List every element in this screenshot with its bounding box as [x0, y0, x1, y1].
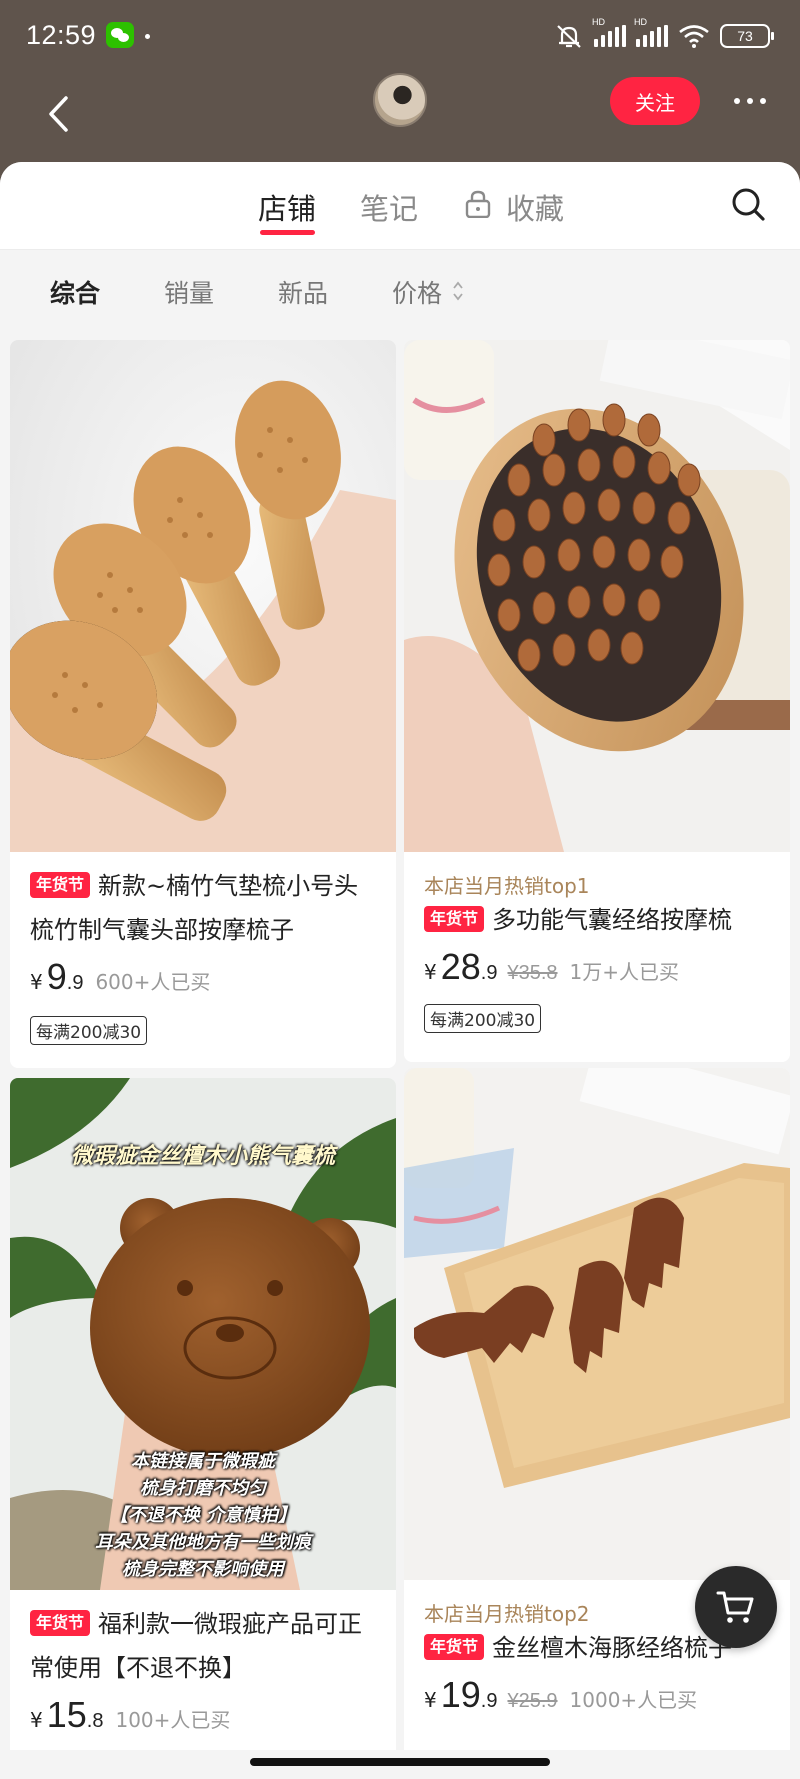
product-image[interactable] — [404, 1068, 790, 1580]
cart-icon — [716, 1591, 754, 1623]
currency-symbol: ¥ — [30, 1708, 43, 1732]
product-title: 多功能气囊经络按摩梳 — [492, 906, 733, 934]
image-caption-line: 梳身打磨不均匀 — [140, 1478, 266, 1499]
price-integer: 28 — [440, 946, 481, 987]
more-dot — [747, 98, 753, 104]
wifi-icon — [679, 25, 709, 48]
filter-sales[interactable]: 销量 — [164, 274, 214, 310]
product-card[interactable]: 年货节 新款~楠竹气垫梳小号头梳竹制气囊头部按摩梳子 ¥ 9 .9 600+人已买… — [10, 340, 396, 1068]
coupon-tag: 每满200减30 — [424, 1004, 542, 1033]
back-button[interactable] — [28, 84, 88, 144]
avatar[interactable] — [373, 73, 427, 127]
image-caption-line: 【不退不换 介意慎拍】 — [109, 1505, 297, 1526]
price-row: ¥ 19 .9 ¥25.9 1000+人已买 — [424, 1674, 697, 1716]
filter-bar: 综合 销量 新品 价格 — [0, 250, 800, 330]
content-sheet: 店铺 笔记 收藏 综合 销量 新品 价格 年货节 新款~楠竹气垫梳小号头梳竹制气… — [0, 162, 800, 1779]
status-bar: 12:59 HD HD 73 — [0, 0, 800, 72]
image-caption-line: 梳身完整不影响使用 — [122, 1559, 284, 1580]
tab-notes[interactable]: 笔记 — [360, 186, 418, 228]
wechat-icon — [106, 22, 134, 48]
product-image[interactable]: 微瑕疵金丝檀木小熊气囊梳 本链接属于微瑕疵 梳身打磨不均匀 【不退不换 介意慎拍… — [10, 1078, 396, 1590]
product-card[interactable]: 本店当月热销top1 年货节 多功能气囊经络按摩梳 ¥ 28 .9 ¥35.8 1… — [404, 340, 790, 1062]
tab-collections[interactable]: 收藏 — [506, 186, 564, 228]
status-time: 12:59 — [26, 20, 97, 50]
currency-symbol: ¥ — [30, 970, 43, 994]
price-decimal: .9 — [480, 962, 498, 984]
original-price: ¥35.8 — [507, 962, 558, 984]
sold-count: 600+人已买 — [95, 970, 211, 994]
price-decimal: .9 — [66, 972, 84, 994]
search-icon[interactable] — [728, 184, 768, 224]
image-caption-top: 微瑕疵金丝檀木小熊气囊梳 — [70, 1144, 335, 1169]
product-title-block: 年货节 多功能气囊经络按摩梳 — [424, 898, 776, 942]
hot-sale-tag: 本店当月热销top2 — [424, 1602, 590, 1626]
product-title-block: 年货节 新款~楠竹气垫梳小号头梳竹制气囊头部按摩梳子 — [30, 864, 382, 952]
battery-icon: 73 — [720, 24, 774, 48]
status-icons: HD HD 73 — [554, 17, 774, 54]
product-title-block: 年货节 福利款一微瑕疵产品可正常使用【不退不换】 — [30, 1602, 382, 1690]
home-indicator[interactable] — [250, 1758, 550, 1766]
store-header: 关注 — [0, 72, 800, 162]
image-caption-line: 耳朵及其他地方有一些划痕 — [95, 1532, 311, 1553]
price-row: ¥ 9 .9 600+人已买 — [30, 956, 210, 998]
sold-count: 1万+人已买 — [569, 960, 680, 984]
more-button[interactable] — [725, 77, 775, 125]
promo-badge: 年货节 — [30, 872, 91, 898]
price-row: ¥ 28 .9 ¥35.8 1万+人已买 — [424, 946, 679, 988]
tab-bar: 店铺 笔记 收藏 — [0, 162, 800, 250]
tab-store[interactable]: 店铺 — [258, 186, 316, 228]
sort-icon — [453, 281, 463, 301]
cart-button[interactable] — [695, 1566, 777, 1648]
product-card[interactable]: 本店当月热销top2 年货节 金丝檀木海豚经络梳子 ¥ 19 .9 ¥25.9 1… — [404, 1068, 790, 1779]
follow-button[interactable]: 关注 — [610, 77, 700, 125]
mute-icon — [557, 25, 581, 48]
price-integer: 19 — [440, 1674, 481, 1715]
filter-new[interactable]: 新品 — [278, 274, 328, 310]
signal-icon: HD — [592, 17, 626, 47]
hot-sale-tag: 本店当月热销top1 — [424, 874, 590, 898]
tab-indicator — [260, 230, 315, 235]
more-dot — [760, 98, 766, 104]
promo-badge: 年货节 — [424, 906, 485, 932]
coupon-tag: 每满200减30 — [30, 1016, 148, 1045]
currency-symbol: ¥ — [424, 1688, 437, 1712]
product-card[interactable]: 微瑕疵金丝檀木小熊气囊梳 本链接属于微瑕疵 梳身打磨不均匀 【不退不换 介意慎拍… — [10, 1078, 396, 1779]
signal-icon: HD — [634, 17, 668, 47]
image-caption-line: 本链接属于微瑕疵 — [131, 1451, 275, 1472]
promo-badge: 年货节 — [424, 1634, 485, 1660]
image-caption-block: 本链接属于微瑕疵 梳身打磨不均匀 【不退不换 介意慎拍】 耳朵及其他地方有一些划… — [10, 1448, 396, 1583]
sold-count: 100+人已买 — [115, 1708, 231, 1732]
price-decimal: .9 — [480, 1690, 498, 1712]
original-price: ¥25.9 — [507, 1690, 558, 1712]
signal-hd-label: HD — [592, 17, 605, 27]
product-image[interactable] — [404, 340, 790, 852]
filter-overall[interactable]: 综合 — [50, 274, 100, 310]
chevron-left-icon — [49, 96, 68, 132]
product-image[interactable] — [10, 340, 396, 852]
signal-hd-label: HD — [634, 17, 647, 27]
price-integer: 15 — [46, 1694, 87, 1735]
price-decimal: .8 — [86, 1710, 104, 1732]
price-integer: 9 — [46, 956, 67, 997]
price-row: ¥ 15 .8 100+人已买 — [30, 1694, 230, 1736]
product-title: 金丝檀木海豚经络梳子 — [492, 1634, 733, 1662]
notification-dot-icon — [145, 34, 150, 39]
more-dots-icon — [734, 98, 740, 104]
promo-badge: 年货节 — [30, 1610, 91, 1636]
currency-symbol: ¥ — [424, 960, 437, 984]
sold-count: 1000+人已买 — [569, 1688, 698, 1712]
lock-icon — [465, 190, 491, 218]
filter-price[interactable]: 价格 — [392, 274, 442, 310]
